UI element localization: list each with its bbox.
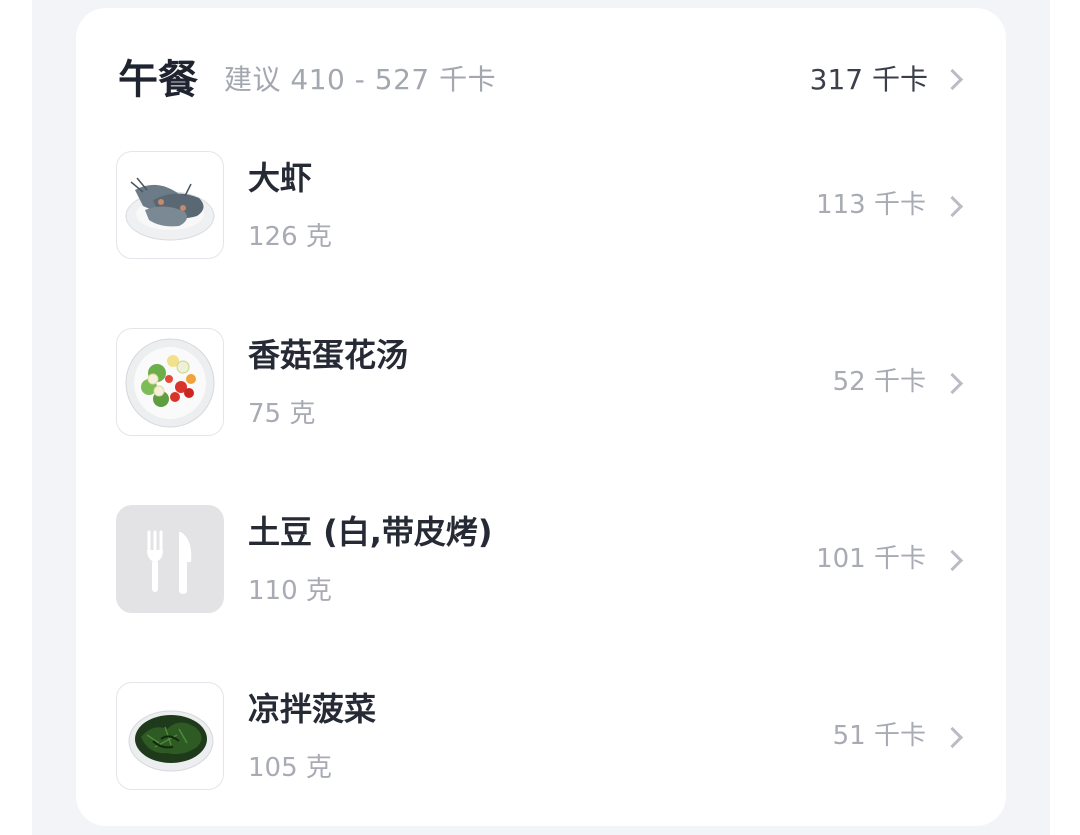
food-calories: 113 千卡 <box>816 190 926 220</box>
food-item-mushroom-egg-soup[interactable]: 香菇蛋花汤 75 克 52 千卡 <box>116 328 968 440</box>
suggested-calories: 建议 410 - 527 千卡 <box>224 63 497 96</box>
meal-header[interactable]: 午餐 建议 410 - 527 千卡 317 千卡 <box>118 52 966 108</box>
food-name: 大虾 <box>248 159 313 197</box>
chevron-right-icon <box>941 68 964 91</box>
food-weight: 75 克 <box>248 399 316 429</box>
food-item-potato[interactable]: 土豆 (白,带皮烤) 110 克 101 千卡 <box>116 505 968 617</box>
food-weight: 105 克 <box>248 753 332 783</box>
chevron-right-icon <box>941 195 964 218</box>
shrimp-plate-icon <box>116 151 224 259</box>
meal-card: 午餐 建议 410 - 527 千卡 317 千卡 大虾 126 克 113 千… <box>76 8 1006 826</box>
food-item-shrimp[interactable]: 大虾 126 克 113 千卡 <box>116 151 968 263</box>
chevron-right-icon <box>941 372 964 395</box>
food-weight: 126 克 <box>248 222 332 252</box>
food-item-spinach[interactable]: 凉拌菠菜 105 克 51 千卡 <box>116 682 968 794</box>
fork-knife-icon <box>116 505 224 613</box>
food-weight: 110 克 <box>248 576 332 606</box>
meal-title: 午餐 <box>118 57 198 103</box>
spinach-plate-icon <box>116 682 224 790</box>
chevron-right-icon <box>941 726 964 749</box>
food-calories: 51 千卡 <box>832 721 926 751</box>
food-calories: 101 千卡 <box>816 544 926 574</box>
meal-total-calories: 317 千卡 <box>809 63 928 96</box>
food-name: 香菇蛋花汤 <box>248 336 409 374</box>
food-calories: 52 千卡 <box>832 367 926 397</box>
food-name: 凉拌菠菜 <box>248 690 377 728</box>
food-name: 土豆 (白,带皮烤) <box>248 513 493 551</box>
salad-plate-icon <box>116 328 224 436</box>
chevron-right-icon <box>941 549 964 572</box>
